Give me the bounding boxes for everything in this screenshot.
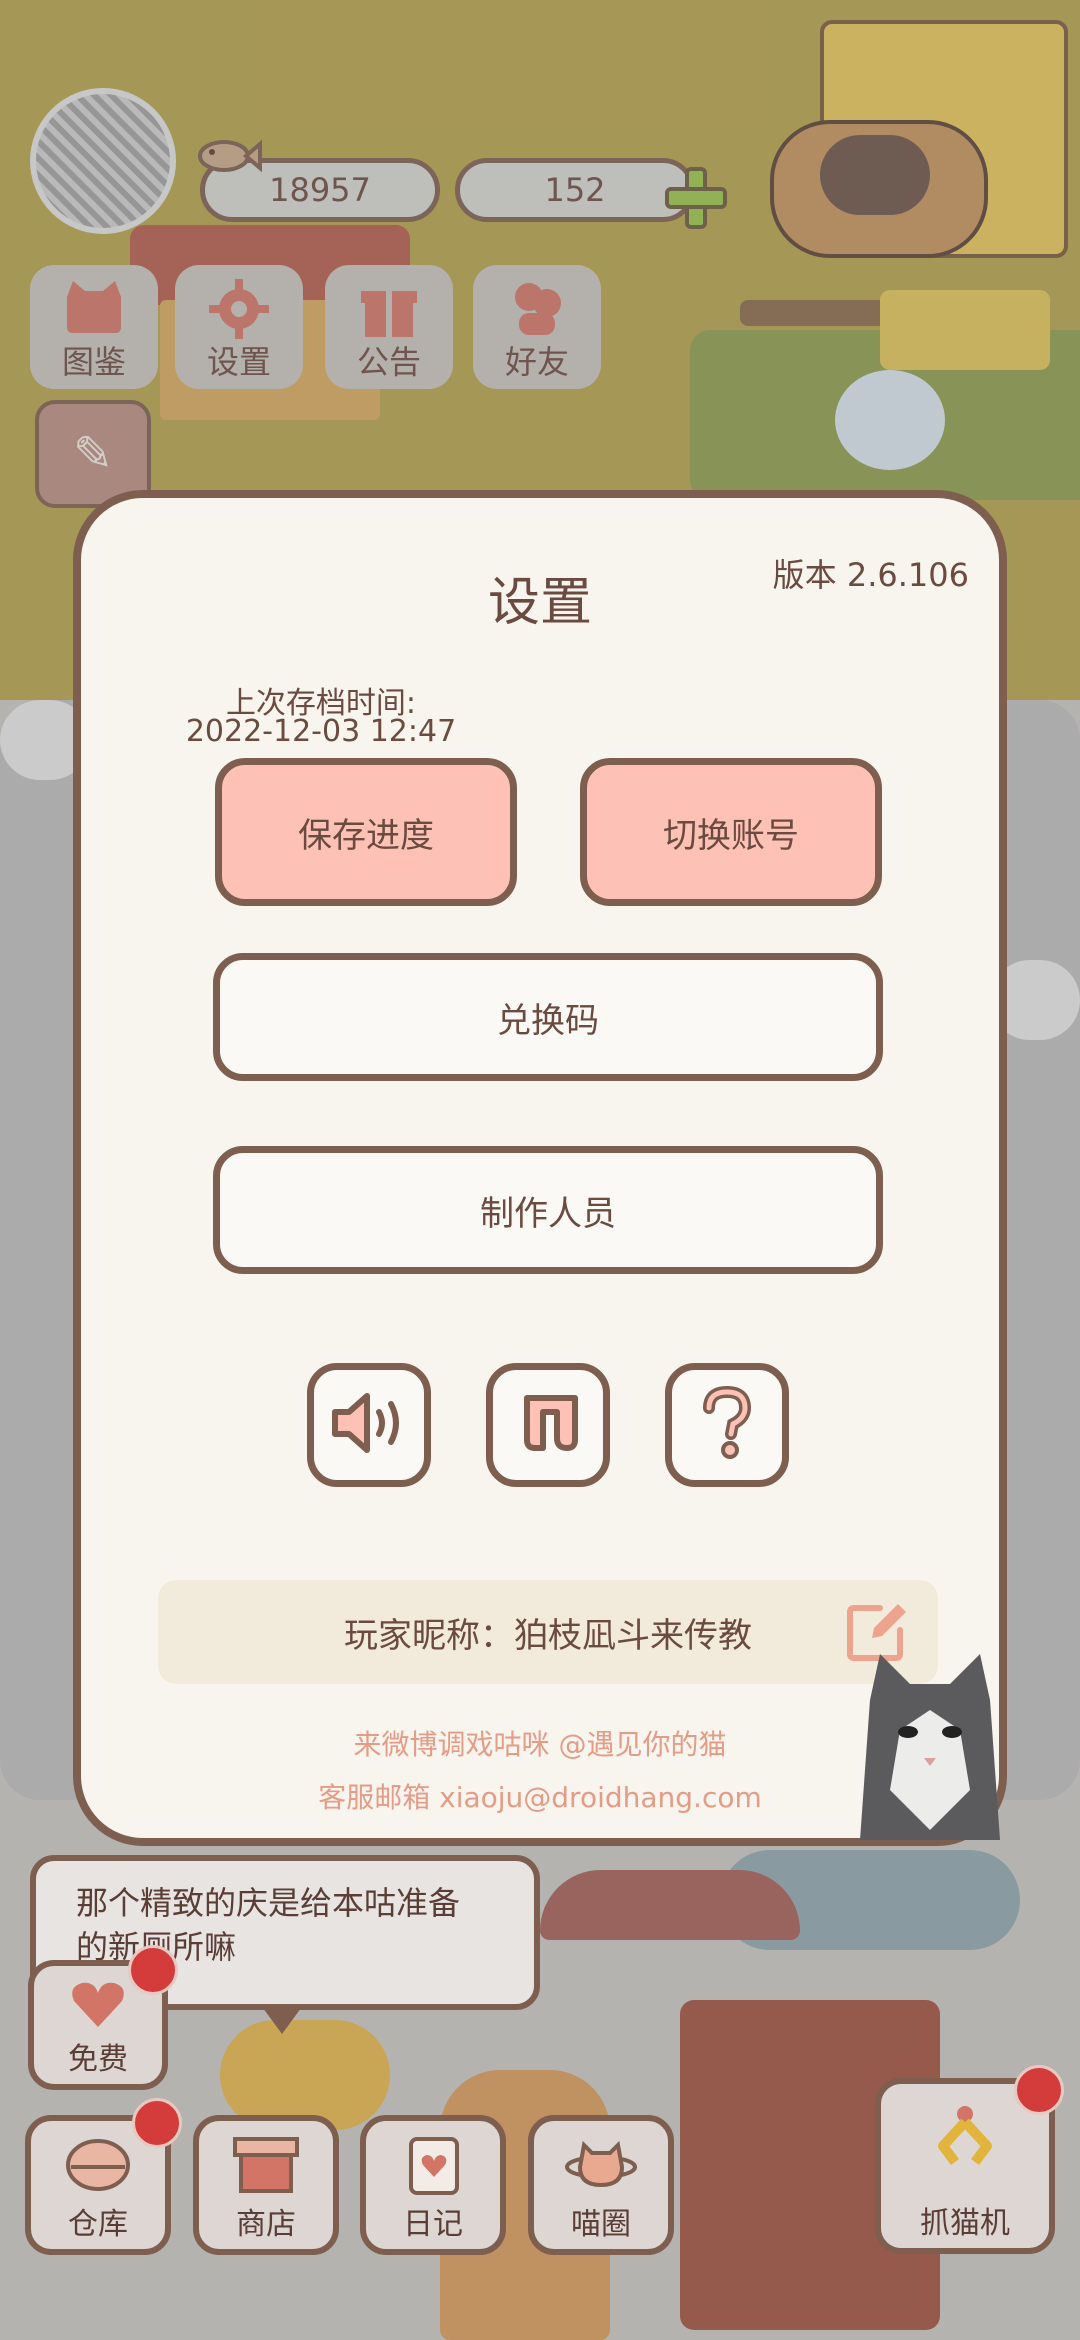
cat-circle-button[interactable]: 喵圈 (528, 2115, 674, 2255)
speech-tail (260, 2004, 304, 2034)
cat-photo (850, 1640, 1010, 1840)
credits-button[interactable]: 制作人员 (213, 1146, 883, 1274)
notification-badge (1014, 2065, 1064, 2115)
heart-count: 152 (544, 171, 606, 209)
menu-friends-button[interactable]: 好友 (473, 265, 601, 389)
fish-count: 18957 (269, 171, 371, 209)
version-label: 版本 2.6.106 (772, 556, 969, 594)
gear-icon (207, 277, 271, 355)
claw-label: 抓猫机 (920, 2206, 1010, 2241)
hay-bale (880, 290, 1050, 370)
friends-icon (505, 277, 569, 355)
cow-character (835, 370, 945, 470)
shop-button[interactable]: 商店 (193, 2115, 339, 2255)
speaker-icon (327, 1388, 411, 1462)
fish-icon (190, 120, 262, 204)
help-button[interactable] (665, 1363, 789, 1487)
menu-settings-button[interactable]: 设置 (175, 265, 303, 389)
pug-face (820, 135, 930, 215)
gift-icon (357, 277, 421, 355)
add-hearts-button[interactable] (663, 165, 729, 231)
diary-icon (401, 2133, 465, 2211)
speech-line-1: 那个精致的庆是给本咕准备 (76, 1884, 461, 1922)
redeem-code-label: 兑换码 (497, 1000, 599, 1041)
cat-planet-icon (564, 2133, 638, 2207)
mushroom (540, 1870, 800, 1940)
sound-toggle-button[interactable] (307, 1363, 431, 1487)
menu-collection-button[interactable]: 图鉴 (30, 265, 158, 389)
notification-badge (128, 1945, 178, 1995)
notification-badge (132, 2098, 182, 2148)
credits-label: 制作人员 (480, 1193, 616, 1234)
music-note-icon (513, 1388, 583, 1462)
question-icon (697, 1385, 757, 1464)
claw-icon (925, 2100, 1005, 2194)
nickname-value: 狛枝凪斗来传教 (514, 1615, 752, 1656)
music-toggle-button[interactable] (486, 1363, 610, 1487)
storage-icon (63, 2133, 133, 2207)
save-progress-button[interactable]: 保存进度 (215, 758, 517, 906)
switch-account-label: 切换账号 (663, 815, 799, 856)
shop-icon (231, 2133, 301, 2207)
menu-notice-button[interactable]: 公告 (325, 265, 453, 389)
save-time-value: 2022-12-03 12:47 (185, 714, 457, 749)
pencil-icon: ✎ (72, 426, 114, 482)
nickname-label: 玩家昵称： (344, 1615, 514, 1656)
heart-icon (68, 1978, 128, 2043)
heart-counter: 152 (455, 158, 695, 222)
lion-dance-head (220, 2020, 390, 2130)
save-progress-label: 保存进度 (298, 815, 434, 856)
redeem-code-button[interactable]: 兑换码 (213, 953, 883, 1081)
switch-account-button[interactable]: 切换账号 (580, 758, 882, 906)
nickname-bar: 玩家昵称： 狛枝凪斗来传教 (158, 1580, 938, 1684)
diary-button[interactable]: 日记 (360, 2115, 506, 2255)
cat-book-icon (59, 277, 129, 351)
avatar[interactable] (30, 88, 176, 234)
